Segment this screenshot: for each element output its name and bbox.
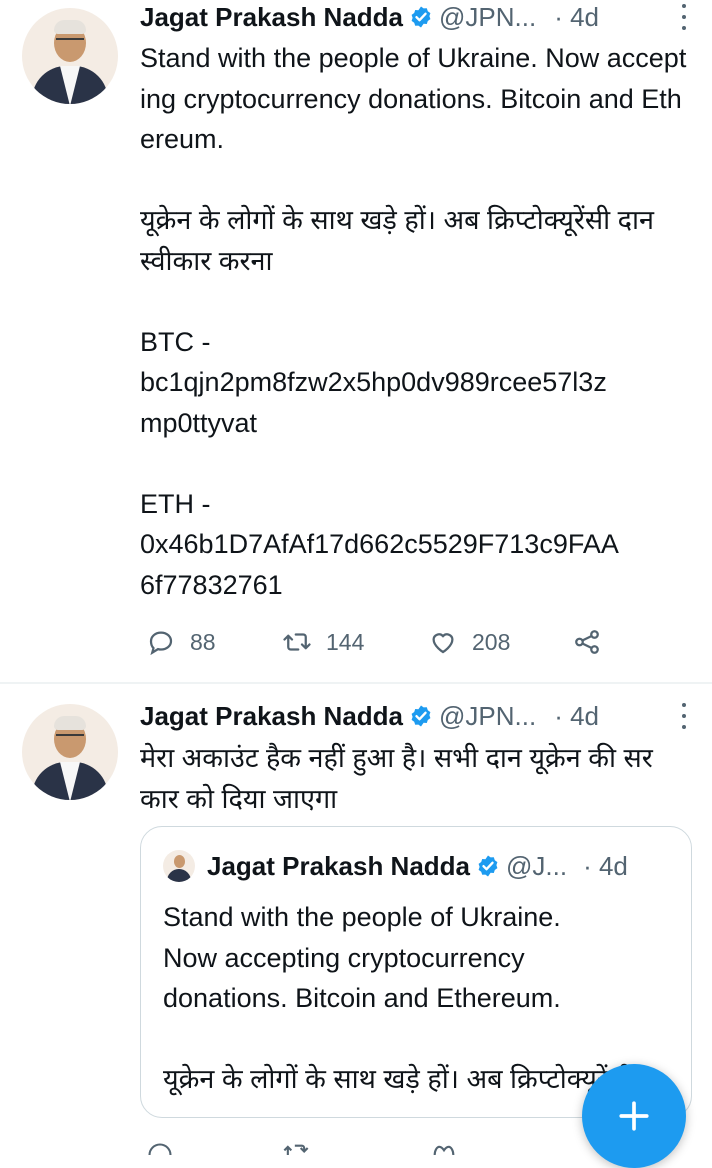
author-name[interactable]: Jagat Prakash Nadda	[140, 701, 403, 732]
like-button[interactable]: 208	[428, 624, 510, 660]
more-options-icon[interactable]	[680, 4, 688, 30]
reply-icon[interactable]	[146, 1138, 174, 1158]
tweet-text: Stand with the people of Ukraine. Now ac…	[140, 43, 687, 600]
author-handle[interactable]: @JPN...	[439, 701, 536, 732]
retweet-button[interactable]: 144	[282, 624, 364, 660]
quoted-tweet-header: Jagat Prakash Nadda @J... · 4d	[163, 849, 628, 883]
tweet-actions: 88 144 208	[146, 624, 616, 660]
tweet-timestamp[interactable]: · 4d	[554, 701, 599, 732]
author-avatar[interactable]	[22, 704, 118, 800]
author-name[interactable]: Jagat Prakash Nadda	[140, 2, 403, 33]
quoted-author-handle: @J...	[506, 850, 568, 881]
verified-badge-icon	[478, 855, 498, 877]
quoted-tweet-timestamp: · 4d	[583, 850, 628, 881]
retweet-icon	[283, 633, 311, 651]
verified-badge-icon	[411, 705, 431, 727]
quoted-tweet-text: Stand with the people of Ukraine. Now ac…	[163, 902, 634, 1094]
like-icon	[432, 633, 454, 654]
tweet-header: Jagat Prakash Nadda @JPN... · 4d	[140, 699, 599, 733]
more-options-icon[interactable]	[680, 703, 688, 729]
share-icon	[575, 630, 599, 654]
author-avatar[interactable]	[22, 8, 118, 104]
author-handle[interactable]: @JPN...	[439, 2, 536, 33]
retweet-icon[interactable]	[282, 1138, 310, 1158]
tweet-text: मेरा अकाउंट हैक नहीं हुआ है। सभी दान यूक…	[140, 743, 653, 814]
tweet-header: Jagat Prakash Nadda @JPN... · 4d	[140, 0, 599, 34]
compose-plus-icon	[619, 1101, 649, 1131]
like-icon[interactable]	[430, 1138, 458, 1158]
compose-tweet-button[interactable]	[582, 1064, 686, 1168]
like-count: 208	[472, 628, 511, 655]
tweet-actions-partial	[146, 1138, 476, 1158]
tweet[interactable]: Jagat Prakash Nadda @JPN... · 4d Stand w…	[0, 0, 712, 682]
reply-count: 88	[190, 628, 216, 655]
verified-badge-icon	[411, 6, 431, 28]
retweet-count: 144	[326, 628, 365, 655]
quoted-author-avatar	[163, 850, 195, 882]
share-button[interactable]	[572, 624, 616, 660]
reply-button[interactable]: 88	[146, 624, 216, 660]
tweet-timestamp[interactable]: · 4d	[554, 2, 599, 33]
reply-icon	[149, 631, 173, 656]
quoted-author-name: Jagat Prakash Nadda	[207, 850, 471, 881]
